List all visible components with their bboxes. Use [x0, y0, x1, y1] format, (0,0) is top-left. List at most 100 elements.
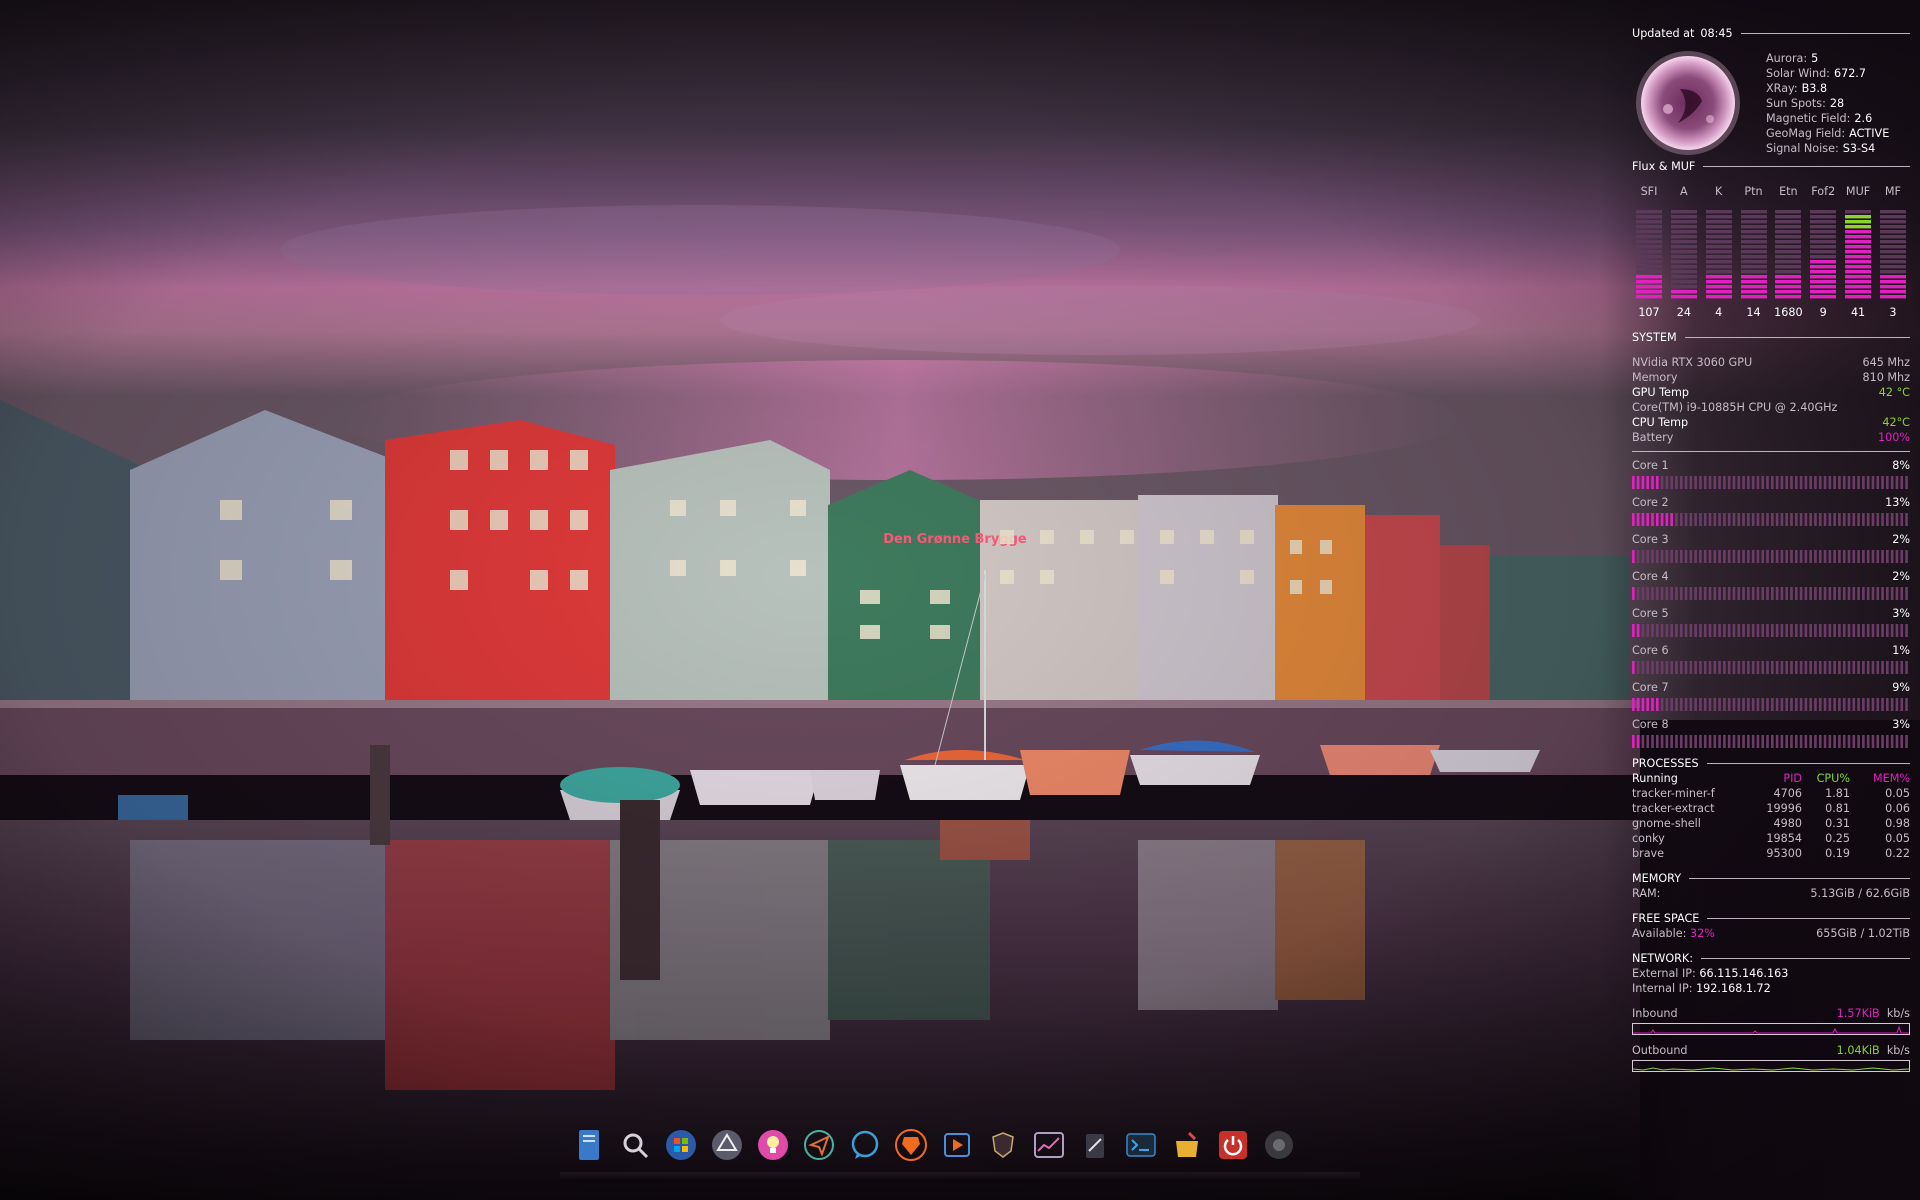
- stocks-icon[interactable]: [1030, 1124, 1068, 1166]
- flux-labels: SFI A K Ptn Etn Fof2 MUF MF: [1632, 184, 1910, 199]
- column-running: Running: [1632, 772, 1678, 785]
- flux-label: SFI: [1640, 185, 1658, 198]
- archive-icon[interactable]: [1168, 1124, 1206, 1166]
- solar-stat: GeoMag Field: ACTIVE: [1766, 127, 1890, 140]
- internal-ip-row: Internal IP: 192.168.1.72: [1632, 982, 1771, 995]
- process-mem: 0.98: [1885, 817, 1910, 830]
- process-row: tracker-extract 19996 0.81 0.06: [1632, 801, 1910, 816]
- process-name: conky: [1632, 832, 1665, 845]
- flux-value: 14: [1746, 306, 1761, 319]
- ram-row: RAM: 5.13GiB / 62.6GiB: [1632, 887, 1910, 900]
- send-icon[interactable]: [800, 1124, 838, 1166]
- file-manager-icon[interactable]: [570, 1124, 608, 1166]
- flux-value: 41: [1850, 306, 1866, 319]
- chat-icon[interactable]: [846, 1124, 884, 1166]
- process-name: tracker-miner-f: [1632, 787, 1715, 800]
- external-ip-row: External IP: 66.115.146.163: [1632, 967, 1789, 980]
- process-row: tracker-miner-f 4706 1.81 0.05: [1632, 786, 1910, 801]
- process-pid: 4706: [1773, 787, 1802, 800]
- process-cpu: 1.81: [1825, 787, 1850, 800]
- editor-icon[interactable]: [1076, 1124, 1114, 1166]
- column-pid: PID: [1783, 772, 1802, 785]
- core-value: 3%: [1892, 718, 1910, 731]
- core-value: 2%: [1892, 533, 1910, 546]
- process-mem: 0.22: [1885, 847, 1910, 860]
- flux-bar-etn: [1771, 207, 1805, 299]
- solar-stat: Signal Noise: S3-S4: [1766, 142, 1876, 155]
- network-title: NETWORK:: [1632, 952, 1694, 965]
- system-title: SYSTEM: [1632, 331, 1677, 344]
- core-usage-bar: [1632, 476, 1910, 489]
- process-mem: 0.06: [1885, 802, 1910, 815]
- power-icon[interactable]: [1214, 1124, 1252, 1166]
- unity-icon[interactable]: [708, 1124, 746, 1166]
- lightbulb-icon[interactable]: [754, 1124, 792, 1166]
- divider: [1740, 33, 1910, 34]
- cpu-name-row: Core(TM) i9-10885H CPU @ 2.40GHz: [1632, 401, 1838, 414]
- flux-bar-a: [1667, 207, 1701, 299]
- flux-bar-k: [1702, 207, 1736, 299]
- core-usage-bar: [1632, 624, 1910, 637]
- speaker-icon[interactable]: [1260, 1124, 1298, 1166]
- network-header: NETWORK:: [1632, 951, 1910, 966]
- processes-header: PROCESSES: [1632, 756, 1910, 771]
- flux-label: Fof2: [1811, 185, 1836, 198]
- core-7-row: Core 7 9%: [1632, 680, 1910, 711]
- core-label: Core 1: [1632, 459, 1669, 472]
- core-2-row: Core 2 13%: [1632, 495, 1910, 526]
- core-label: Core 2: [1632, 496, 1669, 509]
- scanner-icon[interactable]: [616, 1124, 654, 1166]
- flux-value: 107: [1638, 306, 1660, 319]
- flux-bar-mf: [1876, 207, 1910, 299]
- flux-value: 4: [1715, 306, 1723, 319]
- core-value: 8%: [1892, 459, 1910, 472]
- flux-bar-sfi: [1632, 207, 1666, 299]
- process-pid: 19996: [1766, 802, 1802, 815]
- flux-label: Ptn: [1744, 185, 1763, 198]
- sun-image: [1632, 49, 1752, 159]
- core-value: 2%: [1892, 570, 1910, 583]
- gpu-temp-row: GPU Temp 42 °C: [1632, 386, 1910, 399]
- media-player-icon[interactable]: [938, 1124, 976, 1166]
- dock: [560, 1124, 1360, 1182]
- process-mem: 0.05: [1885, 832, 1910, 845]
- process-table: tracker-miner-f 4706 1.81 0.05 tracker-extra…: [1632, 786, 1910, 861]
- battery-row: Battery 100%: [1632, 431, 1910, 444]
- system-header: SYSTEM: [1632, 330, 1910, 345]
- flux-bar-fof2: [1806, 207, 1840, 299]
- core-value: 1%: [1892, 644, 1910, 657]
- flux-title: Flux & MUF: [1632, 160, 1696, 173]
- inbound-graph: [1632, 1023, 1910, 1035]
- solar-stats: Aurora: 5 Solar Wind: 672.7 XRay: B3.8 Sun …: [1766, 51, 1889, 159]
- core-label: Core 7: [1632, 681, 1669, 694]
- flux-value: 3: [1889, 306, 1897, 319]
- dock-items: [570, 1124, 1298, 1166]
- memory-header: MEMORY: [1632, 871, 1910, 886]
- core-list: Core 1 8% Core 2 13% Core 3 2% Core 4 2% Core 5 3…: [1632, 458, 1910, 748]
- solar-stat: Sun Spots: 28: [1766, 97, 1845, 110]
- solar-section: Aurora: 5 Solar Wind: 672.7 XRay: B3.8 Sun …: [1632, 49, 1910, 159]
- windows-icon[interactable]: [662, 1124, 700, 1166]
- core-value: 9%: [1892, 681, 1910, 694]
- core-usage-bar: [1632, 661, 1910, 674]
- process-cpu: 0.19: [1825, 847, 1850, 860]
- flux-values: 107 24 4 14 1680 9 41 3: [1632, 305, 1910, 320]
- flux-bar-ptn: [1737, 207, 1771, 299]
- flux-header: Flux & MUF: [1632, 159, 1910, 174]
- core-1-row: Core 1 8%: [1632, 458, 1910, 489]
- core-label: Core 8: [1632, 718, 1669, 731]
- core-5-row: Core 5 3%: [1632, 606, 1910, 637]
- shield-icon[interactable]: [984, 1124, 1022, 1166]
- terminal-icon[interactable]: [1122, 1124, 1160, 1166]
- updated-header: Updated at 08:45: [1632, 26, 1910, 41]
- core-label: Core 5: [1632, 607, 1669, 620]
- divider: [1703, 166, 1910, 167]
- brave-icon[interactable]: [892, 1124, 930, 1166]
- updated-label: Updated at: [1632, 27, 1695, 40]
- process-name: gnome-shell: [1632, 817, 1701, 830]
- process-row: brave 95300 0.19 0.22: [1632, 846, 1910, 861]
- core-usage-bar: [1632, 735, 1910, 748]
- dock-shelf: [560, 1172, 1360, 1182]
- flux-value: 24: [1676, 306, 1691, 319]
- inbound-row: Inbound 1.57KiB kb/s: [1632, 1007, 1910, 1020]
